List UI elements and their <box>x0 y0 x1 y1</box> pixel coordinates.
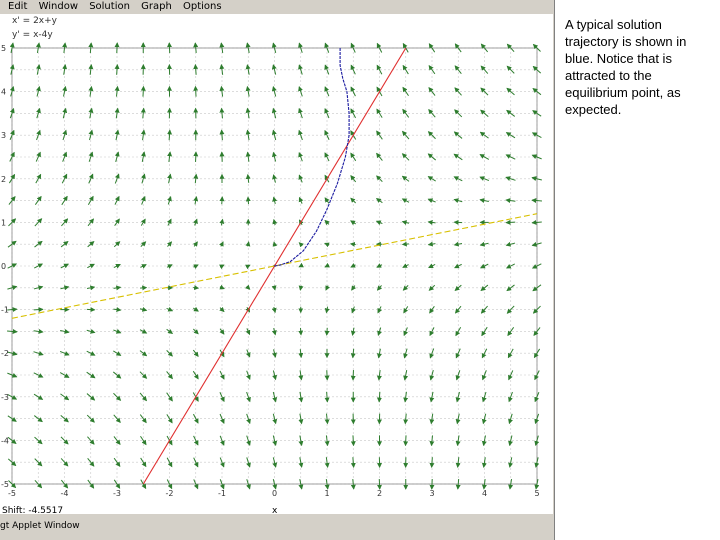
field-arrow <box>167 129 173 141</box>
field-arrow <box>140 85 146 97</box>
field-arrow <box>350 435 356 447</box>
field-arrow <box>401 241 409 247</box>
field-arrow <box>298 327 304 336</box>
x-tick-label: -3 <box>113 489 121 498</box>
x-tick-label: -4 <box>61 489 69 498</box>
field-arrow <box>193 85 199 97</box>
y-tick-label: -2 <box>1 349 9 358</box>
y-tick-label: 5 <box>1 44 6 53</box>
field-arrow <box>219 196 225 205</box>
axis-letter: x <box>272 506 278 516</box>
x-tick-label: 2 <box>377 489 382 498</box>
caption-text: A typical solution trajectory is shown i… <box>565 17 687 117</box>
x-tick-label: 3 <box>429 489 434 498</box>
y-tick-label: 0 <box>1 262 6 271</box>
field-arrow <box>324 327 330 336</box>
field-arrow <box>429 457 435 469</box>
coordinate-readout: Shift: -4.5517 <box>2 506 64 516</box>
y-tick-label: -1 <box>1 306 9 315</box>
y-tick-label: 3 <box>1 131 6 140</box>
applet-window-label: gt Applet Window <box>0 521 80 531</box>
y-tick-label: -5 <box>1 480 9 489</box>
field-arrow <box>376 391 382 403</box>
y-tick-label: 4 <box>1 88 6 97</box>
grid-layer <box>0 46 553 514</box>
x-tick-label: -2 <box>166 489 174 498</box>
y-tick-label: -3 <box>1 393 9 402</box>
x-tick-label: 1 <box>324 489 329 498</box>
field-arrow <box>114 63 120 75</box>
field-arrow <box>245 196 251 205</box>
y-tick-label: -4 <box>1 436 9 445</box>
y-tick-label: 2 <box>1 175 6 184</box>
status-bar: Shift: -4.5517 x gt Applet Window <box>0 506 553 540</box>
x-tick-label: 0 <box>272 489 277 498</box>
field-arrow <box>140 285 148 291</box>
direction-field-plot[interactable]: -5 -4 -3 -2 -1 0 1 2 3 4 5 5 4 3 2 1 0 -1 -2 -3 -4 -5 <box>0 0 553 514</box>
x-tick-label: 5 <box>534 489 539 498</box>
x-tick-label: -5 <box>8 489 16 498</box>
x-tick-label: -1 <box>218 489 226 498</box>
y-tick-label: 1 <box>1 218 6 227</box>
field-arrow <box>403 435 409 447</box>
plot-background <box>0 46 553 514</box>
applet-window: Edit Window Solution Graph Options x' = … <box>0 0 555 540</box>
x-tick-label: 4 <box>482 489 487 498</box>
